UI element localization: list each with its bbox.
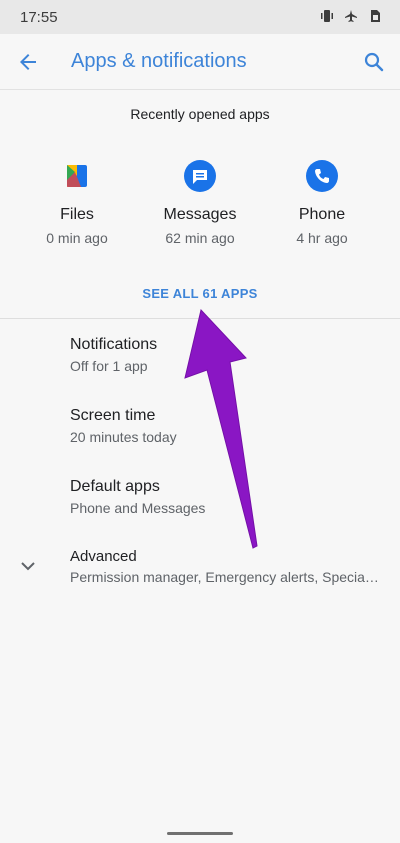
recent-apps-title: Recently opened apps bbox=[130, 106, 270, 122]
vibrate-icon bbox=[320, 9, 334, 23]
back-arrow-icon[interactable] bbox=[16, 50, 40, 74]
setting-title: Notifications bbox=[70, 336, 158, 353]
chevron-down-icon[interactable] bbox=[18, 556, 38, 576]
recent-app-messages[interactable]: Messages 62 min ago bbox=[135, 160, 265, 246]
app-name: Files bbox=[60, 206, 94, 223]
status-time: 17:55 bbox=[20, 9, 58, 26]
status-icons bbox=[320, 9, 382, 23]
setting-advanced[interactable]: Advanced Permission manager, Emergency a… bbox=[70, 548, 382, 585]
nav-gesture-handle[interactable] bbox=[167, 832, 233, 835]
setting-title: Advanced bbox=[70, 548, 137, 565]
app-time: 4 hr ago bbox=[296, 230, 348, 246]
setting-default-apps[interactable]: Default apps Phone and Messages bbox=[70, 478, 390, 516]
setting-subtitle: Phone and Messages bbox=[70, 500, 206, 516]
recent-app-phone[interactable]: Phone 4 hr ago bbox=[257, 160, 387, 246]
sim-icon bbox=[368, 9, 382, 23]
recent-app-files[interactable]: Files 0 min ago bbox=[12, 160, 142, 246]
app-name: Messages bbox=[163, 206, 237, 223]
app-name: Phone bbox=[298, 206, 346, 223]
setting-title: Default apps bbox=[70, 478, 160, 495]
app-time: 62 min ago bbox=[165, 230, 235, 246]
app-time: 0 min ago bbox=[46, 230, 108, 246]
files-icon bbox=[61, 160, 93, 192]
messages-icon bbox=[184, 160, 216, 192]
section-divider bbox=[0, 318, 400, 319]
search-icon[interactable] bbox=[362, 50, 386, 74]
page-title: Apps & notifications bbox=[71, 50, 247, 72]
app-bar: Apps & notifications bbox=[0, 34, 400, 90]
setting-subtitle: 20 minutes today bbox=[70, 429, 177, 445]
setting-screen-time[interactable]: Screen time 20 minutes today bbox=[70, 407, 390, 445]
phone-icon bbox=[306, 160, 338, 192]
setting-subtitle: Off for 1 app bbox=[70, 358, 148, 374]
setting-title: Screen time bbox=[70, 407, 156, 424]
status-bar: 17:55 bbox=[0, 0, 400, 34]
setting-subtitle: Permission manager, Emergency alerts, Sp… bbox=[70, 569, 382, 585]
see-all-apps-button[interactable]: SEE ALL 61 APPS bbox=[0, 286, 400, 301]
app-bar-divider bbox=[0, 89, 400, 90]
airplane-icon bbox=[344, 9, 358, 23]
setting-notifications[interactable]: Notifications Off for 1 app bbox=[70, 336, 390, 374]
